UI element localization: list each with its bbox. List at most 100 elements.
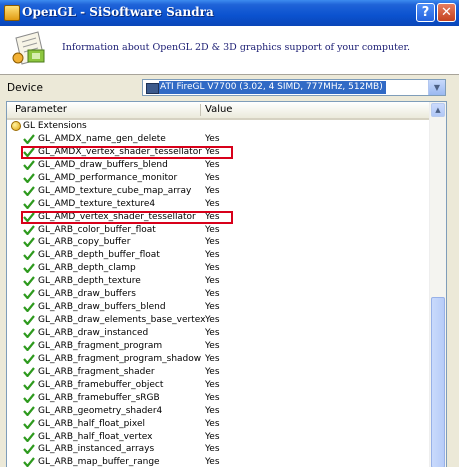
check-icon [23,276,35,287]
check-icon [23,198,35,209]
parameter-value: Yes [205,224,220,235]
parameter-value: Yes [205,328,220,338]
parameter-name: GL_ARB_draw_buffers [38,289,136,300]
parameter-value: Yes [205,289,220,300]
parameter-value: Yes [205,133,220,144]
list-item[interactable]: GL_ARB_draw_elements_base_vertex Yes [7,314,431,327]
check-icon [23,341,35,351]
check-icon [23,224,35,235]
parameter-value: Yes [205,353,220,364]
parameter-name: GL_ARB_fragment_shader [38,366,155,377]
device-dropdown[interactable]: ATI FireGL V7700 (3.02, 4 SIMD, 777MHz, … [142,79,446,96]
check-icon [23,302,35,313]
parameter-name: GL_ARB_framebuffer_sRGB [38,392,160,403]
parameter-value: Yes [205,379,220,390]
monitor-icon [146,83,159,94]
scroll-thumb[interactable] [431,297,445,467]
column-parameter[interactable]: Parameter [15,104,67,115]
highlight-box [21,145,233,159]
parameter-name: GL_ARB_framebuffer_object [38,379,164,390]
list-item[interactable]: GL_ARB_geometry_shader4 Yes [7,405,431,418]
parameter-name: GL_ARB_depth_buffer_float [38,250,160,261]
list-rows: GL Extensions GL_AMDX_name_gen_delete Yes… [7,120,431,467]
list-item[interactable]: GL_AMD_vertex_shader_tessellator Yes [7,210,431,224]
parameter-name: GL_AMDX_name_gen_delete [38,133,166,144]
group-label: GL Extensions [23,121,87,131]
parameter-list[interactable]: Parameter Value GL Extensions GL_AMDX_na… [6,101,447,467]
parameter-value: Yes [205,431,220,442]
column-value[interactable]: Value [205,104,232,115]
list-item[interactable]: GL_ARB_depth_clamp Yes [7,262,431,275]
parameter-value: Yes [205,315,220,326]
parameter-value: Yes [205,418,220,429]
scroll-up-icon[interactable]: ▲ [431,103,445,117]
check-icon [23,354,35,364]
parameter-name: GL_ARB_half_float_vertex [38,431,153,442]
parameter-name: GL_ARB_color_buffer_float [38,224,156,235]
device-value: ATI FireGL V7700 (3.02, 4 SIMD, 777MHz, … [159,81,386,94]
parameter-value: Yes [205,392,220,403]
help-button[interactable]: ? [416,3,435,22]
check-icon [23,250,35,261]
list-item[interactable]: GL_ARB_instanced_arrays Yes [7,443,431,456]
list-item[interactable]: GL_ARB_map_buffer_range Yes [7,456,431,467]
vertical-scrollbar[interactable]: ▲ [429,102,446,467]
list-item[interactable]: GL_ARB_framebuffer_object Yes [7,379,431,392]
list-item[interactable]: GL_ARB_depth_texture Yes [7,275,431,288]
parameter-value: Yes [205,250,220,261]
list-item[interactable]: GL_ARB_color_buffer_float Yes [7,224,431,237]
list-item[interactable]: GL_ARB_framebuffer_sRGB Yes [7,392,431,405]
list-item[interactable]: GL_ARB_copy_buffer Yes [7,236,431,249]
parameter-value: Yes [205,185,220,196]
check-icon [23,418,35,429]
parameter-value: Yes [205,237,220,248]
header-description: Information about OpenGL 2D & 3D graphic… [62,42,411,53]
parameter-name: GL_AMD_draw_buffers_blend [38,159,168,170]
parameter-name: GL_ARB_draw_buffers_blend [38,302,166,313]
parameter-value: Yes [205,198,220,209]
check-icon [23,237,35,248]
info-header: Information about OpenGL 2D & 3D graphic… [0,26,459,75]
list-item[interactable]: GL_ARB_half_float_vertex Yes [7,431,431,444]
list-item[interactable]: GL_ARB_fragment_program_shadow Yes [7,353,431,366]
chevron-down-icon[interactable]: ▼ [428,80,445,95]
parameter-value: Yes [205,405,220,416]
parameter-value: Yes [205,340,220,351]
list-item[interactable]: GL_ARB_half_float_pixel Yes [7,418,431,431]
close-button[interactable]: ✕ [437,3,456,22]
list-item[interactable]: GL_AMD_texture_cube_map_array Yes [7,185,431,198]
list-item[interactable]: GL_ARB_fragment_shader Yes [7,366,431,379]
check-icon [23,431,35,442]
group-row[interactable]: GL Extensions [7,120,431,133]
highlight-box [21,210,233,224]
parameter-value: Yes [205,444,220,455]
parameter-value: Yes [205,276,220,287]
parameter-value: Yes [205,159,220,170]
list-item[interactable]: GL_AMD_draw_buffers_blend Yes [7,159,431,172]
list-item[interactable]: GL_ARB_depth_buffer_float Yes [7,249,431,262]
parameter-value: Yes [205,263,220,274]
list-header: Parameter Value [7,102,431,120]
parameter-name: GL_ARB_draw_elements_base_vertex [38,315,206,326]
parameter-name: GL_ARB_geometry_shader4 [38,405,163,416]
list-item[interactable]: GL_ARB_draw_buffers Yes [7,288,431,301]
list-item[interactable]: GL_AMDX_vertex_shader_tessellator Yes [7,145,431,159]
column-separator[interactable] [200,104,201,116]
check-icon [23,185,35,196]
window-title: OpenGL - SiSoftware Sandra [22,5,214,19]
title-bar[interactable]: OpenGL - SiSoftware Sandra ? ✕ [0,0,459,26]
parameter-name: GL_ARB_copy_buffer [38,237,131,248]
list-item[interactable]: GL_AMDX_name_gen_delete Yes [7,133,431,146]
parameter-name: GL_ARB_depth_clamp [38,263,136,274]
list-item[interactable]: GL_AMD_texture_texture4 Yes [7,198,431,211]
check-icon [23,160,35,170]
list-item[interactable]: GL_ARB_fragment_program Yes [7,340,431,353]
parameter-value: Yes [205,302,220,313]
parameter-name: GL_ARB_fragment_program_shadow [38,353,202,364]
list-item[interactable]: GL_ARB_draw_instanced Yes [7,327,431,340]
check-icon [23,380,35,390]
device-label: Device [7,82,43,94]
check-icon [23,173,35,183]
list-item[interactable]: GL_AMD_performance_monitor Yes [7,172,431,185]
list-item[interactable]: GL_ARB_draw_buffers_blend Yes [7,301,431,314]
